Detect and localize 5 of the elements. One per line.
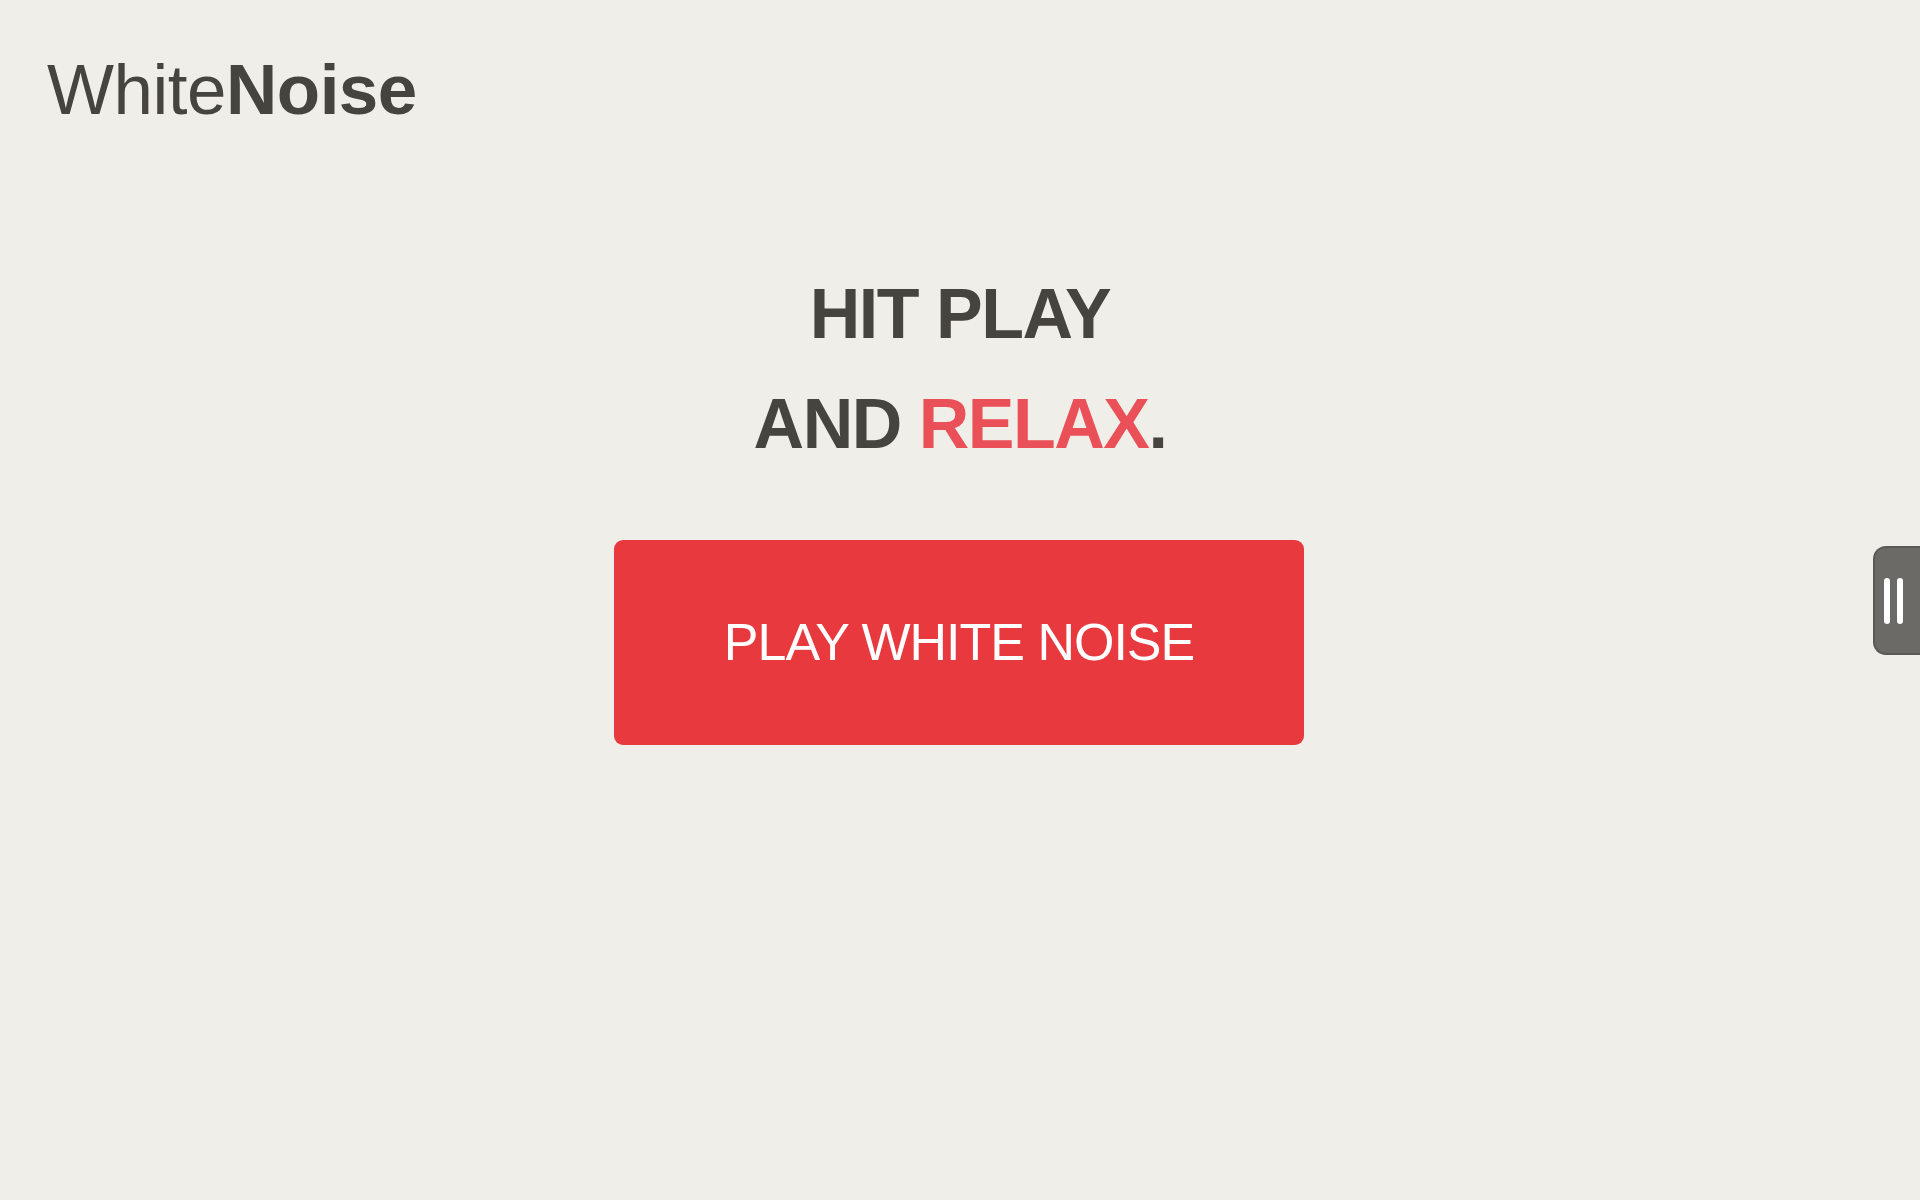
- logo-wordmark: WhiteNoise: [47, 49, 417, 131]
- pause-icon: [1884, 577, 1903, 624]
- pause-button[interactable]: [1873, 546, 1920, 655]
- headline: HIT PLAY AND RELAX.: [753, 273, 1167, 465]
- play-button[interactable]: PLAY WHITE NOISE: [614, 539, 1304, 745]
